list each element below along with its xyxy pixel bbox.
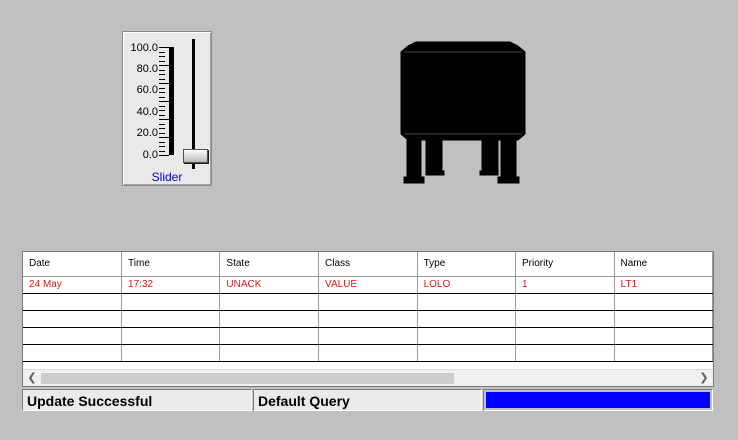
status-progress — [483, 389, 713, 411]
table-row[interactable] — [23, 344, 713, 362]
slider-tick — [159, 146, 165, 147]
alarm-grid: Date Time State Class Type Priority Name… — [22, 251, 714, 387]
status-query: Default Query — [253, 389, 482, 411]
status-bar: Update Successful Default Query — [22, 389, 714, 412]
slider-tick — [159, 83, 169, 84]
progress-bar-fill — [486, 392, 710, 408]
table-row[interactable] — [23, 310, 713, 328]
slider-tick — [159, 47, 169, 48]
slider-tick — [159, 151, 165, 152]
slider-tick — [159, 65, 169, 66]
slider-tick — [159, 106, 165, 107]
status-message: Update Successful — [22, 389, 252, 411]
slider-scale-label: 80.0 — [136, 63, 158, 75]
slider-tick — [159, 56, 165, 57]
slider-tick — [159, 133, 165, 134]
column-header-date[interactable]: Date — [23, 252, 123, 277]
slider-tick — [159, 119, 169, 120]
slider-tick — [159, 92, 165, 93]
slider-scale-bar — [169, 47, 174, 155]
horizontal-scrollbar[interactable]: ❮ ❯ — [23, 369, 713, 386]
slider-tick — [159, 79, 165, 80]
column-header-class[interactable]: Class — [318, 252, 418, 277]
slider-tick — [159, 88, 165, 89]
table-row[interactable] — [23, 327, 713, 345]
slider-tick — [159, 115, 165, 116]
chevron-left-icon[interactable]: ❮ — [24, 370, 40, 386]
slider-tick — [159, 61, 165, 62]
slider-tick — [159, 124, 165, 125]
cell-state: UNACK — [219, 276, 320, 294]
slider-tick — [159, 155, 169, 156]
column-header-priority[interactable]: Priority — [515, 252, 615, 277]
slider-panel: 100.0 80.0 60.0 40.0 20.0 0.0 Slider — [122, 31, 212, 186]
slider-scale-label: 60.0 — [136, 84, 158, 96]
slider-tick — [159, 97, 165, 98]
tank-icon — [400, 41, 526, 184]
cell-priority: 1 — [515, 276, 615, 294]
slider-scale-label: 0.0 — [142, 149, 158, 161]
table-row[interactable] — [23, 293, 713, 311]
cell-date: 24 May — [23, 276, 123, 294]
slider-tick — [159, 142, 165, 143]
column-header-type[interactable]: Type — [417, 252, 517, 277]
slider-caption: Slider — [151, 170, 183, 184]
slider-tick — [159, 70, 165, 71]
cell-class: VALUE — [318, 276, 418, 294]
alarm-table: Date Time State Class Type Priority Name… — [23, 252, 713, 362]
slider-tick — [159, 137, 169, 138]
slider-thumb[interactable] — [183, 149, 208, 163]
slider-tick — [159, 128, 165, 129]
slider-tick — [159, 74, 165, 75]
table-row[interactable]: 24 May 17:32 UNACK VALUE LOLO 1 LT1 — [23, 276, 713, 294]
cell-time: 17:32 — [121, 276, 221, 294]
slider-tick — [159, 110, 165, 111]
scrollbar-thumb[interactable] — [41, 373, 454, 384]
slider-tick — [159, 101, 169, 102]
slider-scale-label: 100.0 — [130, 42, 158, 54]
cell-type: LOLO — [417, 276, 517, 294]
slider-scale-label: 40.0 — [136, 106, 158, 118]
alarm-table-header: Date Time State Class Type Priority Name — [23, 252, 713, 277]
column-header-state[interactable]: State — [219, 252, 320, 277]
chevron-right-icon[interactable]: ❯ — [696, 370, 712, 386]
slider-tick — [159, 52, 165, 53]
cell-name: LT1 — [614, 276, 713, 294]
slider-scale-label: 20.0 — [136, 127, 158, 139]
column-header-time[interactable]: Time — [121, 252, 221, 277]
column-header-name[interactable]: Name — [614, 252, 713, 277]
